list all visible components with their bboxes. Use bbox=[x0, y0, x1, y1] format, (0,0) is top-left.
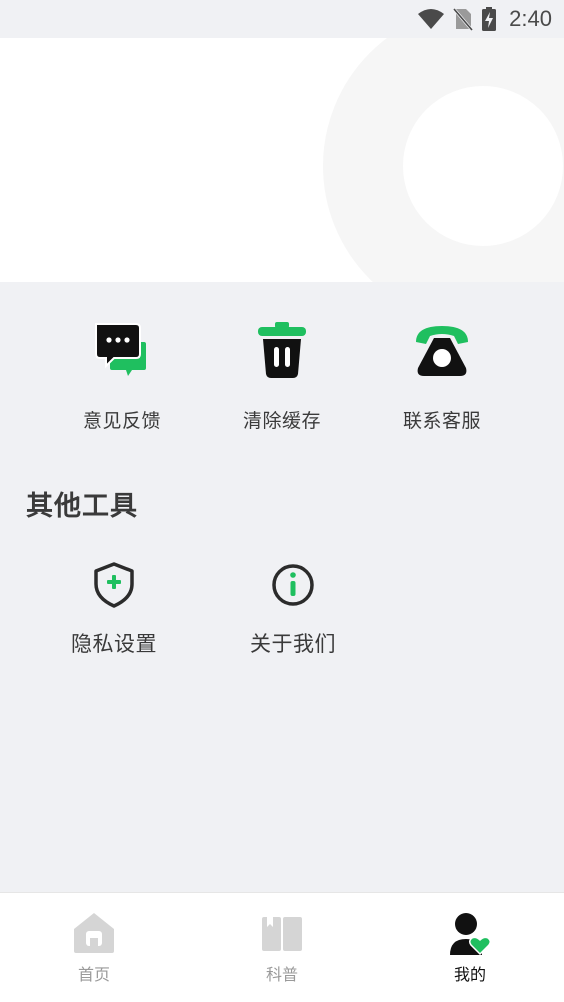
info-icon bbox=[272, 564, 314, 606]
tab-mine[interactable]: 我的 bbox=[410, 911, 530, 985]
battery-charging-icon bbox=[482, 7, 497, 31]
profile-icon bbox=[450, 913, 492, 955]
feedback-chat-icon bbox=[95, 323, 146, 376]
profile-header bbox=[0, 38, 564, 282]
privacy-settings-label: 隐私设置 bbox=[71, 632, 157, 656]
tab-home-label: 首页 bbox=[77, 965, 110, 984]
contact-service-label: 联系客服 bbox=[402, 410, 481, 432]
shield-plus-icon bbox=[94, 562, 134, 608]
tab-home[interactable]: 首页 bbox=[34, 911, 154, 985]
status-icons: 2:40 bbox=[417, 0, 552, 38]
other-tools-title: 其他工具 bbox=[26, 491, 138, 522]
tools-grid: 意见反馈 清除缓存 联系客服 bbox=[0, 320, 564, 460]
decorative-ring bbox=[323, 38, 564, 282]
contact-service-button[interactable]: 联系客服 bbox=[362, 320, 522, 433]
status-bar: 2:40 bbox=[0, 0, 564, 38]
clear-cache-label: 清除缓存 bbox=[242, 410, 321, 432]
bottom-tab-bar: 首页 科普 我的 bbox=[0, 892, 564, 1002]
other-tools-grid: 隐私设置 关于我们 bbox=[0, 560, 564, 680]
clear-cache-button[interactable]: 清除缓存 bbox=[202, 320, 362, 433]
privacy-settings-button[interactable]: 隐私设置 bbox=[34, 560, 194, 658]
tab-science-label: 科普 bbox=[265, 965, 298, 984]
wifi-icon bbox=[418, 9, 445, 29]
telephone-icon bbox=[416, 326, 468, 376]
tab-science[interactable]: 科普 bbox=[222, 911, 342, 985]
about-us-button[interactable]: 关于我们 bbox=[213, 560, 373, 658]
book-icon bbox=[262, 917, 302, 951]
no-sim-icon bbox=[453, 8, 474, 31]
feedback-button[interactable]: 意见反馈 bbox=[42, 320, 202, 433]
trash-icon bbox=[258, 322, 306, 378]
feedback-label: 意见反馈 bbox=[82, 410, 161, 432]
about-us-label: 关于我们 bbox=[250, 632, 336, 656]
home-icon bbox=[74, 913, 114, 953]
tab-mine-label: 我的 bbox=[453, 965, 486, 984]
clock: 2:40 bbox=[509, 6, 552, 31]
